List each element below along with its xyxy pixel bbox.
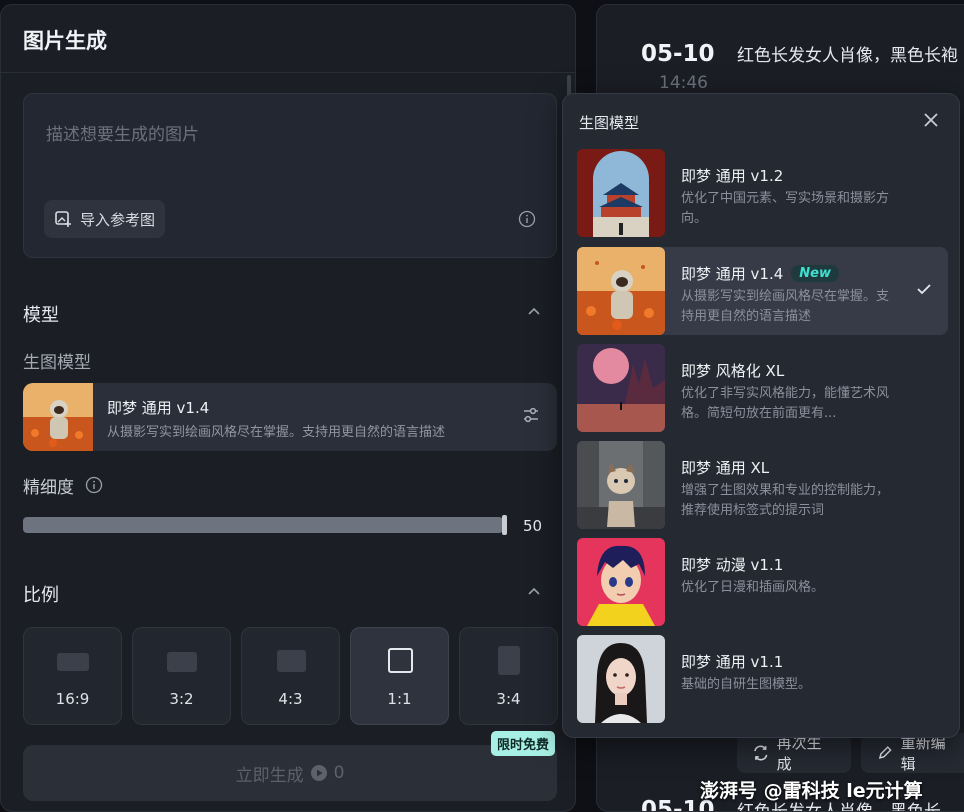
anime-thumbnail bbox=[577, 538, 665, 626]
ratio-label: 16:9 bbox=[55, 690, 90, 708]
generate-button[interactable]: 立即生成 0 bbox=[23, 745, 557, 801]
chevron-up-icon[interactable] bbox=[527, 585, 541, 599]
re-edit-button[interactable]: 重新编辑 bbox=[861, 733, 964, 773]
image-generation-panel: 图片生成 描述想要生成的图片 导入参考图 模型 生图模型 即梦 通用 v1.4 … bbox=[0, 4, 576, 812]
astronaut-thumbnail bbox=[577, 247, 665, 335]
prompt-input[interactable]: 描述想要生成的图片 导入参考图 bbox=[23, 93, 557, 258]
watermark: 澎湃号 @雷科技 le元计算 bbox=[700, 780, 923, 802]
current-model-desc: 从摄影写实到绘画风格尽在掌握。支持用更自然的语言描述 bbox=[107, 425, 446, 440]
model-option-desc: 优化了非写实风格能力，能懂艺术风格。简短句放在前面更有... bbox=[681, 386, 890, 421]
model-option-name: 即梦 通用 v1.2 bbox=[681, 167, 784, 185]
image-add-icon bbox=[55, 211, 71, 227]
model-option-desc: 增强了生图效果和专业的控制能力，推荐使用标签式的提示词 bbox=[681, 483, 890, 518]
astronaut-thumbnail bbox=[23, 383, 93, 451]
generate-cost: 0 bbox=[333, 763, 345, 783]
page-title: 图片生成 bbox=[1, 5, 575, 73]
model-option-anime-v1-1[interactable]: 即梦 动漫 v1.1 优化了日漫和插画风格。 bbox=[577, 538, 948, 626]
model-option-desc: 优化了中国元素、写实场景和摄影方向。 bbox=[681, 191, 890, 226]
history-prompt: 红色长发女人肖像，黑色长袍 bbox=[737, 46, 958, 66]
close-icon[interactable] bbox=[923, 112, 939, 128]
regenerate-label: 再次生成 bbox=[776, 734, 822, 773]
model-option-name: 即梦 风格化 XL bbox=[681, 362, 785, 380]
ratio-shape-icon bbox=[167, 652, 197, 672]
ratio-3-4-button[interactable]: 3:4 bbox=[459, 627, 558, 725]
ratio-1-1-button[interactable]: 1:1 bbox=[350, 627, 449, 725]
re-edit-label: 重新编辑 bbox=[900, 734, 946, 773]
history-actions: 再次生成 重新编辑 bbox=[737, 733, 964, 773]
ratio-label: 1:1 bbox=[387, 690, 412, 708]
info-icon[interactable] bbox=[518, 210, 536, 228]
model-option-name: 即梦 动漫 v1.1 bbox=[681, 556, 784, 574]
model-dropdown: 生图模型 即梦 通用 v1.2 优化了中国元素、写实场景和摄影方向。 即梦 通用… bbox=[562, 93, 960, 738]
regenerate-button[interactable]: 再次生成 bbox=[737, 733, 851, 773]
model-option-desc: 从摄影写实到绘画风格尽在掌握。支持用更自然的语言描述 bbox=[681, 289, 890, 324]
temple-thumbnail bbox=[577, 149, 665, 237]
sliders-icon[interactable] bbox=[521, 405, 541, 425]
model-option-desc: 优化了日漫和插画风格。 bbox=[681, 580, 825, 595]
model-option-general-v1-2[interactable]: 即梦 通用 v1.2 优化了中国元素、写实场景和摄影方向。 bbox=[577, 149, 948, 237]
model-sub-label: 生图模型 bbox=[23, 353, 91, 373]
precision-label: 精细度 bbox=[23, 478, 74, 498]
model-section-title: 模型 bbox=[23, 305, 59, 326]
precision-slider[interactable] bbox=[23, 517, 503, 533]
pencil-icon bbox=[878, 746, 892, 759]
precision-value: 50 bbox=[523, 517, 543, 535]
ratio-shape-icon bbox=[277, 650, 306, 672]
model-option-name: 即梦 通用 XL bbox=[681, 459, 770, 477]
prompt-placeholder: 描述想要生成的图片 bbox=[46, 125, 199, 145]
ratio-label: 3:2 bbox=[169, 690, 194, 708]
ratio-options: 16:9 3:2 4:3 1:1 3:4 bbox=[23, 627, 558, 725]
model-option-name: 即梦 通用 v1.1 bbox=[681, 653, 784, 671]
ratio-shape-icon bbox=[388, 648, 413, 673]
portrait-thumbnail bbox=[577, 635, 665, 723]
ratio-label: 4:3 bbox=[278, 690, 303, 708]
history-time: 14:46 bbox=[659, 73, 708, 93]
check-icon bbox=[917, 284, 931, 295]
play-circle-icon bbox=[310, 765, 327, 781]
model-option-desc: 基础的自研生图模型。 bbox=[681, 677, 812, 692]
history-date: 05-10 bbox=[641, 41, 715, 67]
import-reference-button[interactable]: 导入参考图 bbox=[44, 200, 166, 238]
import-reference-label: 导入参考图 bbox=[80, 210, 156, 229]
ratio-shape-icon bbox=[57, 653, 89, 671]
info-icon[interactable] bbox=[85, 476, 103, 494]
free-badge: 限时免费 bbox=[490, 731, 555, 756]
current-model-selector[interactable]: 即梦 通用 v1.4 从摄影写实到绘画风格尽在掌握。支持用更自然的语言描述 bbox=[23, 383, 557, 451]
ratio-label: 3:4 bbox=[496, 690, 521, 708]
model-option-general-xl[interactable]: 即梦 通用 XL 增强了生图效果和专业的控制能力，推荐使用标签式的提示词 bbox=[577, 441, 948, 529]
model-option-general-v1-4[interactable]: 即梦 通用 v1.4 New 从摄影写实到绘画风格尽在掌握。支持用更自然的语言描… bbox=[577, 247, 948, 335]
ratio-3-2-button[interactable]: 3:2 bbox=[132, 627, 231, 725]
model-option-general-v1-1[interactable]: 即梦 通用 v1.1 基础的自研生图模型。 bbox=[577, 635, 948, 723]
chevron-up-icon[interactable] bbox=[527, 305, 541, 319]
planet-thumbnail bbox=[577, 344, 665, 432]
refresh-icon bbox=[754, 745, 768, 761]
ratio-section-title: 比例 bbox=[23, 585, 59, 606]
dropdown-title: 生图模型 bbox=[579, 114, 640, 132]
ratio-4-3-button[interactable]: 4:3 bbox=[241, 627, 340, 725]
precision-slider-handle[interactable] bbox=[502, 515, 507, 535]
current-model-name: 即梦 通用 v1.4 bbox=[107, 399, 210, 417]
model-option-name: 即梦 通用 v1.4 New bbox=[681, 263, 839, 284]
cat-thumbnail bbox=[577, 441, 665, 529]
new-badge: New bbox=[791, 265, 839, 282]
generate-label: 立即生成 bbox=[235, 765, 304, 786]
ratio-shape-icon bbox=[498, 646, 520, 675]
ratio-16-9-button[interactable]: 16:9 bbox=[23, 627, 122, 725]
model-option-stylized-xl[interactable]: 即梦 风格化 XL 优化了非写实风格能力，能懂艺术风格。简短句放在前面更有... bbox=[577, 344, 948, 432]
